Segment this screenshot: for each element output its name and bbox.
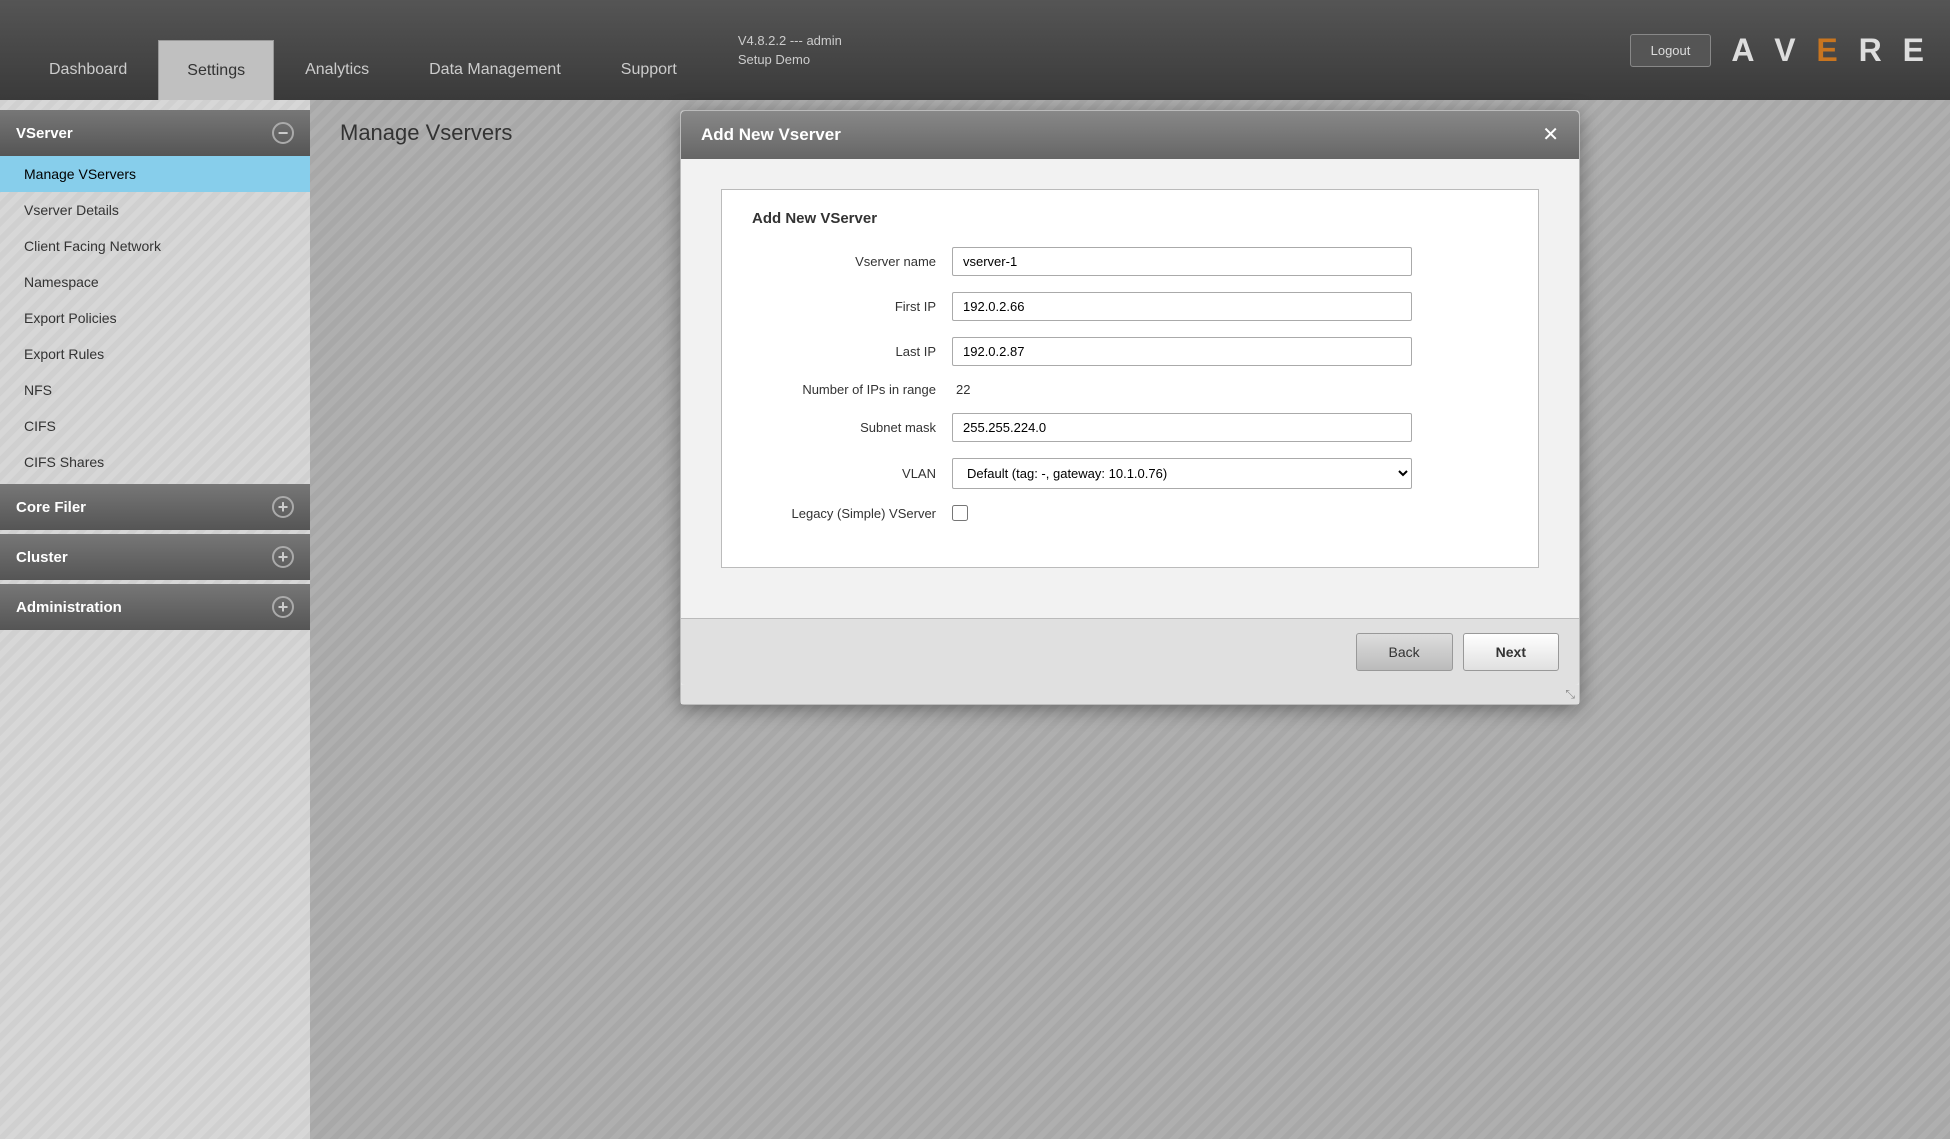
next-button[interactable]: Next [1463, 633, 1559, 671]
form-row-legacy-vserver: Legacy (Simple) VServer [752, 505, 1508, 521]
tab-analytics[interactable]: Analytics [276, 40, 398, 100]
modal-title: Add New Vserver [701, 125, 841, 145]
tab-support[interactable]: Support [592, 40, 706, 100]
vserver-collapse-icon: − [272, 122, 294, 144]
sidebar-section-vserver: VServer − Manage VServers Vserver Detail… [0, 110, 310, 480]
modal-body: Add New VServer Vserver name First IP [681, 159, 1579, 618]
core-filer-expand-icon: + [272, 496, 294, 518]
tab-data-management[interactable]: Data Management [400, 40, 590, 100]
cluster-section-header[interactable]: Cluster + [0, 534, 310, 580]
sidebar-section-cluster: Cluster + [0, 534, 310, 580]
vlan-select[interactable]: Default (tag: -, gateway: 10.1.0.76) [952, 458, 1412, 489]
form-row-last-ip: Last IP [752, 337, 1508, 366]
sidebar-item-cifs-shares[interactable]: CIFS Shares [0, 444, 310, 480]
cluster-section-label: Cluster [16, 549, 68, 566]
sidebar-item-manage-vservers[interactable]: Manage VServers [0, 156, 310, 192]
sidebar-section-core-filer: Core Filer + [0, 484, 310, 530]
vserver-name-label: Vserver name [752, 254, 952, 269]
sidebar-section-administration: Administration + [0, 584, 310, 630]
last-ip-label: Last IP [752, 344, 952, 359]
content-area: Manage Vservers Add New Vserver ✕ Add Ne… [310, 100, 1950, 1139]
sidebar-item-cifs[interactable]: CIFS [0, 408, 310, 444]
last-ip-input[interactable] [952, 337, 1412, 366]
core-filer-section-label: Core Filer [16, 499, 86, 516]
sidebar: VServer − Manage VServers Vserver Detail… [0, 100, 310, 1139]
modal-close-button[interactable]: ✕ [1542, 125, 1559, 145]
form-row-num-ips: Number of IPs in range 22 [752, 382, 1508, 397]
subnet-mask-input[interactable] [952, 413, 1412, 442]
sidebar-item-client-facing-network[interactable]: Client Facing Network [0, 228, 310, 264]
form-row-subnet-mask: Subnet mask [752, 413, 1508, 442]
cluster-expand-icon: + [272, 546, 294, 568]
subnet-mask-label: Subnet mask [752, 420, 952, 435]
form-row-first-ip: First IP [752, 292, 1508, 321]
vserver-section-label: VServer [16, 125, 73, 142]
topbar: Dashboard Settings Analytics Data Manage… [0, 0, 1950, 100]
resize-handle[interactable]: ⤡ [681, 685, 1579, 704]
back-button[interactable]: Back [1356, 633, 1453, 671]
modal-overlay: Add New Vserver ✕ Add New VServer Vserve… [310, 100, 1950, 1139]
sidebar-item-export-policies[interactable]: Export Policies [0, 300, 310, 336]
modal-header: Add New Vserver ✕ [681, 111, 1579, 159]
vserver-name-input[interactable] [952, 247, 1412, 276]
sidebar-item-nfs[interactable]: NFS [0, 372, 310, 408]
administration-section-label: Administration [16, 599, 122, 616]
legacy-vserver-label: Legacy (Simple) VServer [752, 506, 952, 521]
tab-dashboard[interactable]: Dashboard [20, 40, 156, 100]
form-row-vserver-name: Vserver name [752, 247, 1508, 276]
num-ips-value: 22 [952, 382, 970, 397]
add-vserver-modal: Add New Vserver ✕ Add New VServer Vserve… [680, 110, 1580, 705]
nav-tabs: Dashboard Settings Analytics Data Manage… [20, 0, 708, 100]
legacy-vserver-checkbox[interactable] [952, 505, 968, 521]
first-ip-label: First IP [752, 299, 952, 314]
tab-settings[interactable]: Settings [158, 40, 274, 100]
main-layout: VServer − Manage VServers Vserver Detail… [0, 100, 1950, 1139]
version-info: V4.8.2.2 --- admin Setup Demo [738, 31, 842, 70]
form-section-title: Add New VServer [752, 210, 1508, 227]
first-ip-input[interactable] [952, 292, 1412, 321]
sidebar-item-vserver-details[interactable]: Vserver Details [0, 192, 310, 228]
sidebar-item-namespace[interactable]: Namespace [0, 264, 310, 300]
sidebar-item-export-rules[interactable]: Export Rules [0, 336, 310, 372]
form-section: Add New VServer Vserver name First IP [721, 189, 1539, 568]
topbar-right: Logout A V E R E [1630, 32, 1930, 69]
administration-expand-icon: + [272, 596, 294, 618]
administration-section-header[interactable]: Administration + [0, 584, 310, 630]
modal-footer: Back Next [681, 618, 1579, 685]
form-row-vlan: VLAN Default (tag: -, gateway: 10.1.0.76… [752, 458, 1508, 489]
vserver-section-header[interactable]: VServer − [0, 110, 310, 156]
avere-logo: A V E R E [1731, 32, 1930, 69]
num-ips-label: Number of IPs in range [752, 382, 952, 397]
vlan-label: VLAN [752, 466, 952, 481]
core-filer-section-header[interactable]: Core Filer + [0, 484, 310, 530]
logout-button[interactable]: Logout [1630, 34, 1712, 67]
